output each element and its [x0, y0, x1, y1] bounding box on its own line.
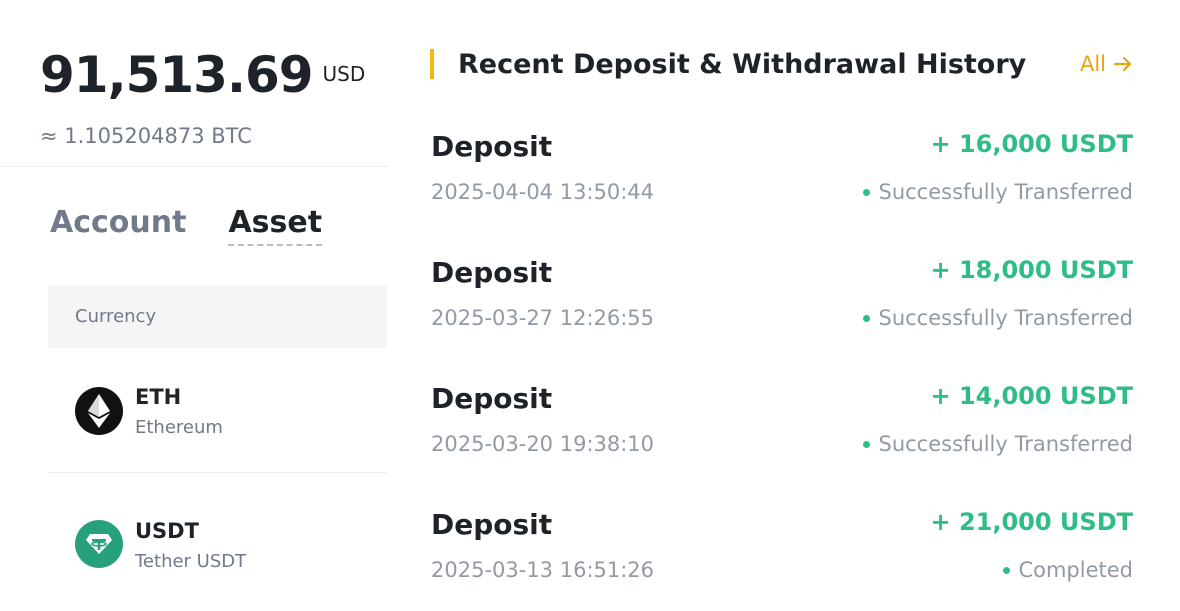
tx-amount: + 14,000 USDT — [930, 382, 1134, 410]
currency-column-header: Currency — [48, 285, 387, 348]
tx-amount: + 18,000 USDT — [930, 256, 1134, 284]
tx-status: Successfully Transferred — [863, 180, 1133, 204]
asset-text: USDT Tether USDT — [135, 517, 246, 572]
asset-text: ETH Ethereum — [135, 383, 223, 438]
tx-status-label: Completed — [1018, 558, 1133, 582]
tx-status: Completed — [1003, 558, 1133, 582]
asset-tabs: Account Asset — [50, 205, 323, 246]
tx-time: 2025-03-13 16:51:26 — [431, 558, 655, 582]
status-dot-icon — [863, 188, 871, 196]
status-dot-icon — [1003, 566, 1011, 574]
asset-row-usdt[interactable]: USDT Tether USDT — [48, 482, 387, 606]
currency-header-label: Currency — [75, 306, 157, 327]
view-all-link[interactable]: All — [1080, 52, 1134, 76]
history-title: Recent Deposit & Withdrawal History — [458, 48, 1027, 80]
tab-account[interactable]: Account — [50, 205, 186, 246]
tx-status-label: Successfully Transferred — [878, 306, 1133, 330]
balance-row: 91,513.69 USD — [40, 44, 365, 106]
balance-amount: 91,513.69 — [40, 46, 314, 104]
wallet-page: 91,513.69 USD ≈ 1.105204873 BTC Account … — [0, 0, 1180, 611]
status-dot-icon — [863, 314, 871, 322]
history-item[interactable]: Deposit + 18,000 USDT 2025-03-27 12:26:5… — [431, 256, 1133, 356]
history-title-wrap: Recent Deposit & Withdrawal History — [430, 49, 1026, 80]
tx-type: Deposit — [431, 130, 553, 163]
balance-summary: 91,513.69 USD ≈ 1.105204873 BTC — [0, 0, 388, 167]
balance-btc-equivalent: ≈ 1.105204873 BTC — [40, 124, 252, 148]
tx-type: Deposit — [431, 256, 553, 289]
asset-name: Tether USDT — [135, 550, 247, 572]
asset-symbol: USDT — [135, 518, 199, 543]
tx-amount: + 21,000 USDT — [930, 508, 1134, 536]
tx-status-label: Successfully Transferred — [878, 180, 1133, 204]
history-item[interactable]: Deposit + 14,000 USDT 2025-03-20 19:38:1… — [431, 382, 1133, 482]
asset-name: Ethereum — [135, 417, 223, 438]
ethereum-icon — [75, 386, 123, 435]
tx-status: Successfully Transferred — [863, 432, 1133, 456]
arrow-right-icon — [1113, 56, 1132, 72]
status-dot-icon — [863, 440, 871, 448]
balance-currency: USD — [322, 62, 366, 86]
tether-icon — [75, 520, 123, 568]
title-accent-bar — [430, 49, 434, 79]
tab-asset[interactable]: Asset — [228, 205, 323, 246]
tx-status-label: Successfully Transferred — [878, 432, 1133, 456]
tx-amount: + 16,000 USDT — [930, 130, 1134, 158]
asset-symbol: ETH — [135, 385, 182, 409]
asset-panel: 91,513.69 USD ≈ 1.105204873 BTC Account … — [0, 0, 388, 611]
tx-time: 2025-03-20 19:38:10 — [431, 432, 655, 456]
tx-type: Deposit — [431, 508, 553, 541]
history-panel: Recent Deposit & Withdrawal History All … — [388, 0, 1180, 611]
tx-time: 2025-04-04 13:50:44 — [431, 180, 655, 204]
asset-row-eth[interactable]: ETH Ethereum — [48, 349, 387, 473]
tx-type: Deposit — [431, 382, 553, 415]
view-all-label: All — [1079, 52, 1106, 76]
tx-time: 2025-03-27 12:26:55 — [431, 306, 655, 330]
history-item[interactable]: Deposit + 21,000 USDT 2025-03-13 16:51:2… — [431, 508, 1133, 608]
history-header: Recent Deposit & Withdrawal History All — [430, 46, 1134, 82]
tx-status: Successfully Transferred — [863, 306, 1133, 330]
history-item[interactable]: Deposit + 16,000 USDT 2025-04-04 13:50:4… — [431, 130, 1133, 230]
